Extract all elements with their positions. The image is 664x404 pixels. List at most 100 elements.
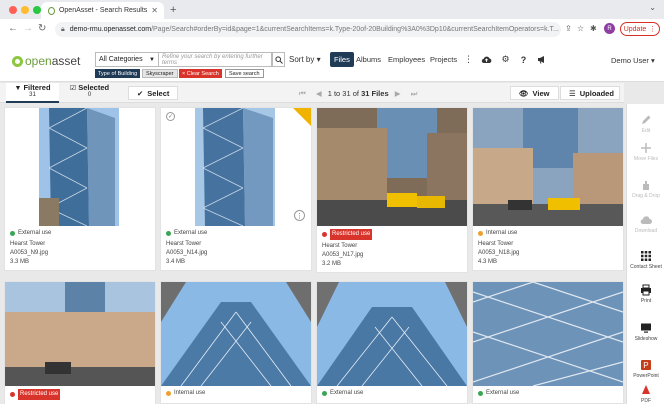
sidebar-item-contact-sheet[interactable]: Contact Sheet	[627, 250, 664, 270]
sidebar-item-powerpoint[interactable]: P PowerPoint	[627, 359, 664, 379]
extensions-icon[interactable]: ✱	[590, 24, 597, 33]
openasset-logo[interactable]: openasset	[12, 54, 80, 68]
next-page-icon[interactable]: ▶	[395, 89, 401, 98]
file-thumbnail[interactable]	[5, 282, 155, 386]
maximize-window-dot[interactable]	[33, 6, 41, 14]
sidebar-item-slideshow[interactable]: Slideshow	[627, 322, 664, 342]
powerpoint-icon: P	[641, 360, 651, 370]
minimize-window-dot[interactable]	[21, 6, 29, 14]
upload-cloud-icon[interactable]	[481, 54, 492, 65]
file-card[interactable]: Restricted use Hearst Tower A0053_N17.jp…	[316, 107, 468, 273]
nav-files[interactable]: Files	[330, 52, 354, 67]
user-menu[interactable]: Demo User ▾	[611, 56, 655, 65]
usage-dot	[322, 232, 327, 237]
reload-icon[interactable]: ↻	[38, 23, 46, 34]
file-card[interactable]: ✓ ⋮ External use Hearst Tower A0053_N14.…	[160, 107, 312, 271]
hand-drag-icon	[643, 181, 649, 190]
file-size: 4.3 MB	[478, 259, 498, 265]
search-input[interactable]: Refine your search by entering further t…	[159, 52, 272, 67]
new-tab-icon[interactable]: +	[170, 4, 176, 16]
browser-tab[interactable]: OpenAsset - Search Results ✕	[41, 2, 164, 19]
street-photo-image	[317, 108, 467, 226]
sidebar-item-pdf[interactable]: PDF	[627, 384, 664, 404]
usage-label: Internal use	[486, 230, 518, 236]
file-card[interactable]: Restricted use	[4, 281, 156, 404]
close-tab-icon[interactable]: ✕	[151, 6, 158, 15]
select-checkbox[interactable]: ✓	[166, 112, 175, 121]
sort-uploaded-button[interactable]: ☰ Uploaded	[560, 86, 620, 100]
usage-row: Restricted use	[322, 229, 462, 240]
more-vert-icon: ⋮	[649, 26, 657, 33]
type-of-building-chip[interactable]: Type of Building	[95, 69, 141, 78]
sidebar-item-edit[interactable]: Edit	[627, 114, 664, 134]
pencil-icon	[642, 115, 651, 124]
first-page-icon[interactable]: ⏮	[299, 89, 306, 98]
file-card[interactable]: Internal use Hearst Tower A0053_N18.jpg …	[472, 107, 624, 271]
tab-menu-icon[interactable]: ⌄	[649, 3, 656, 12]
file-thumbnail[interactable]	[317, 282, 467, 386]
logo-text: openasset	[25, 54, 81, 68]
file-thumbnail[interactable]	[473, 108, 623, 226]
back-icon[interactable]: ←	[8, 23, 18, 34]
file-thumbnail[interactable]	[317, 108, 467, 226]
update-button[interactable]: Update ⋮	[620, 22, 660, 36]
view-button[interactable]: 👁︎ View	[510, 86, 559, 100]
search-button[interactable]	[272, 52, 285, 67]
sidebar-item-move-files[interactable]: Move Files	[627, 142, 664, 162]
pager-range: 1 to 31 of	[327, 89, 359, 98]
category-select[interactable]: All Categories ▼	[95, 52, 159, 67]
sidebar-label-drag: Drag & Drop	[632, 193, 660, 199]
sort-by-menu[interactable]: Sort by ▾	[289, 55, 321, 64]
usage-dot	[478, 391, 483, 396]
file-card[interactable]: External use	[472, 281, 624, 404]
usage-row: External use	[10, 229, 150, 238]
card-meta: External use Hearst Tower A0053_N9.jpg 3…	[5, 226, 155, 270]
help-icon[interactable]: ?	[518, 54, 529, 65]
skyscraper-chip[interactable]: Skyscraper	[142, 69, 178, 78]
nav-albums[interactable]: Albums	[356, 55, 381, 64]
bookmark-star-icon[interactable]: ☆	[577, 24, 584, 33]
file-thumbnail[interactable]	[473, 282, 623, 386]
announcements-icon[interactable]	[536, 54, 547, 65]
last-page-icon[interactable]: ⏭	[411, 89, 418, 98]
sort-by-label: Sort by	[289, 55, 315, 64]
file-card[interactable]: External use Hearst Tower A0053_N9.jpg 3…	[4, 107, 156, 271]
more-menu-icon[interactable]: ⋮	[463, 54, 474, 65]
settings-gear-icon[interactable]: ⚙	[500, 54, 511, 65]
eye-icon: 👁︎	[519, 88, 529, 98]
usage-label: External use	[18, 230, 52, 236]
close-window-dot[interactable]	[9, 6, 17, 14]
share-icon[interactable]: ⇪	[565, 24, 572, 33]
sidebar-item-download[interactable]: Download	[627, 214, 664, 234]
clear-search-button[interactable]: × Clear Search	[179, 69, 222, 78]
sidebar-label-print: Print	[640, 298, 652, 304]
forward-icon[interactable]: →	[23, 23, 33, 34]
tab-selected[interactable]: ☑ Selected 0	[63, 83, 116, 103]
card-meta: Internal use Hearst Tower A0053_N18.jpg …	[473, 226, 623, 270]
file-thumbnail[interactable]	[161, 282, 311, 386]
more-options-icon[interactable]: ⋮	[294, 210, 305, 221]
lock-icon: 🔒︎	[61, 25, 65, 33]
file-size: 3.4 MB	[166, 259, 186, 265]
tab-filtered[interactable]: ▼ Filtered 31	[6, 83, 59, 103]
usage-dot	[166, 231, 171, 236]
file-thumbnail[interactable]	[5, 108, 155, 226]
nav-employees[interactable]: Employees	[388, 55, 425, 64]
grid-icon	[641, 251, 651, 261]
file-card[interactable]: External use	[316, 281, 468, 404]
address-bar[interactable]: 🔒︎ demo-rmu.openasset.com /Page/Search#o…	[55, 22, 561, 37]
pdf-icon	[642, 385, 650, 394]
usage-dot	[166, 391, 171, 396]
save-search-button[interactable]: Save search	[225, 69, 264, 78]
selected-label: Selected	[78, 83, 110, 92]
usage-row: Internal use	[166, 389, 306, 398]
sidebar-item-drag-drop[interactable]: Drag & Drop	[627, 179, 664, 199]
select-button[interactable]: ✔ Select	[128, 86, 179, 100]
profile-avatar[interactable]: R	[604, 23, 615, 34]
nav-projects[interactable]: Projects	[430, 55, 457, 64]
file-card[interactable]: Internal use	[160, 281, 312, 404]
file-thumbnail[interactable]: ✓ ⋮	[161, 108, 311, 226]
select-label: Select	[147, 88, 170, 98]
prev-page-icon[interactable]: ◀	[316, 89, 322, 98]
sidebar-item-print[interactable]: Print	[627, 284, 664, 304]
